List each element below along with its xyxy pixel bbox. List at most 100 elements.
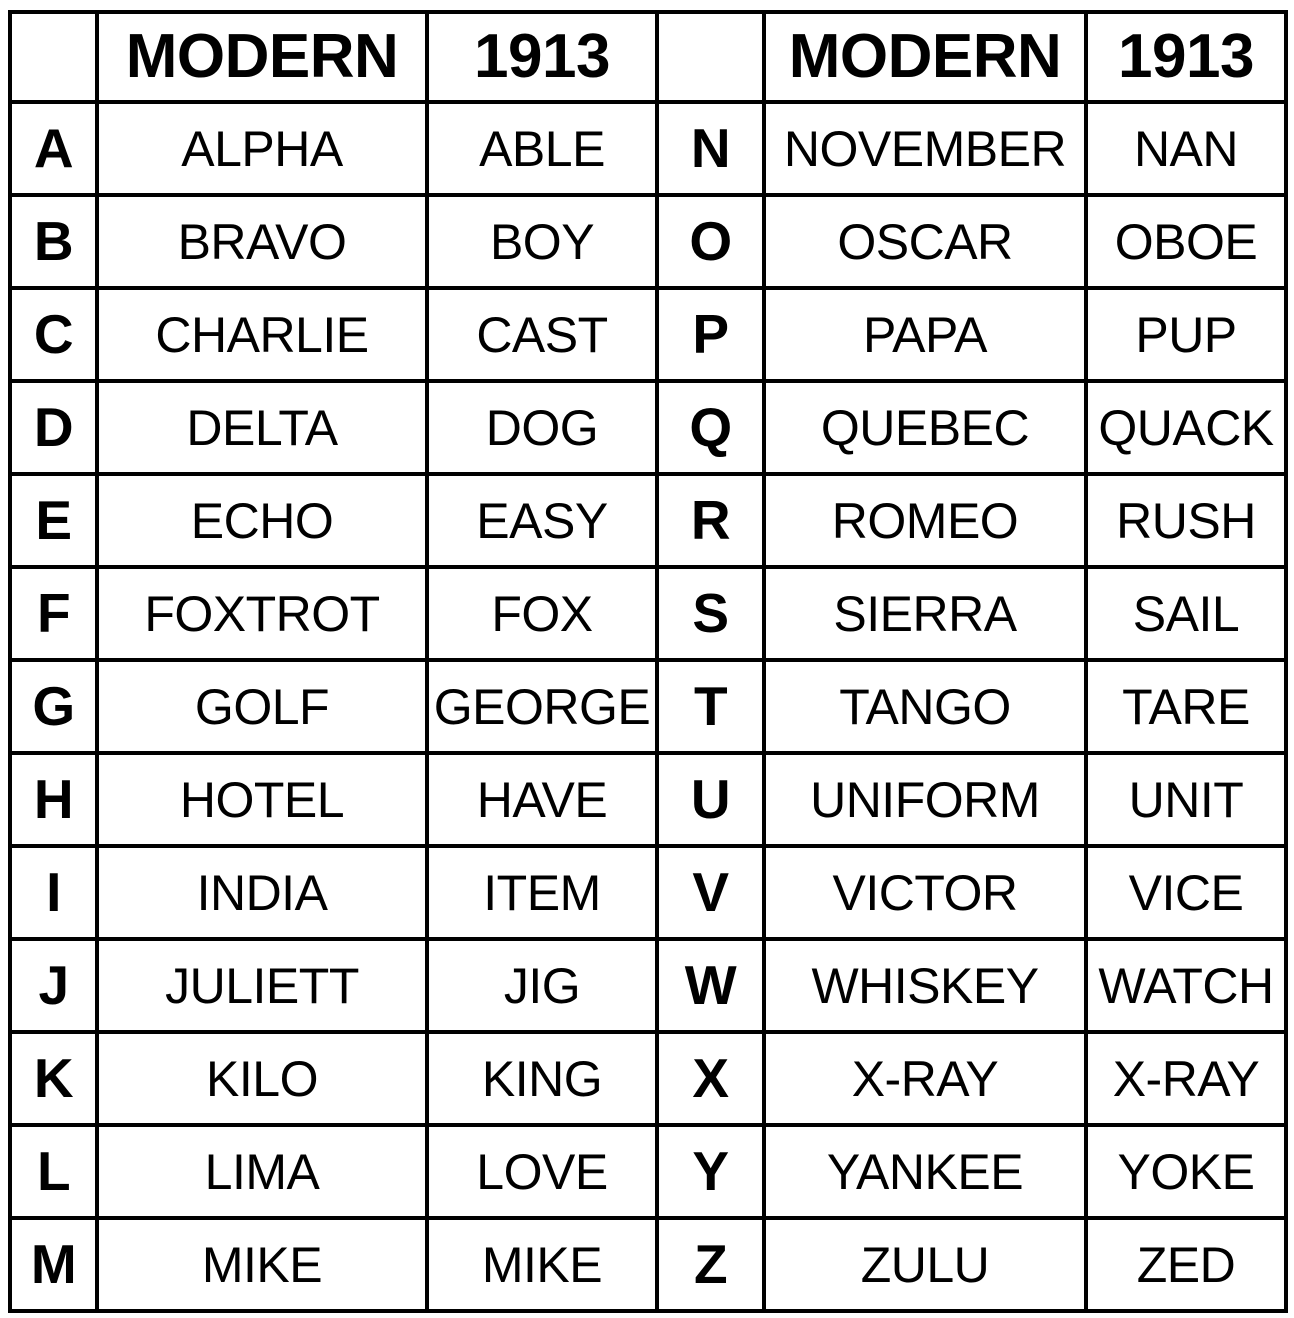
cell-modern-right-text: SIERRA [833,585,1017,642]
cell-1913-left-text: LOVE [476,1143,608,1200]
cell-1913-left: FOX [425,565,659,662]
cell-modern-left-text: LIMA [204,1143,320,1200]
phonetic-alphabet-table-container: MODERN 1913 MODERN 1913 A ALPHA ABLE N NOVEM… [8,10,1288,1313]
cell-modern-right-text: PAPA [863,306,987,363]
cell-modern-right: NOVEMBER [762,100,1088,197]
row-letter-right-text: Z [693,1233,728,1295]
cell-modern-left: INDIA [95,844,429,941]
table-row: F FOXTROT FOX S SIERRA SAIL [8,565,1288,662]
cell-modern-left: LIMA [95,1123,429,1220]
row-letter-right-text: W [684,954,737,1016]
cell-1913-right: SAIL [1084,565,1288,662]
table-row: A ALPHA ABLE N NOVEMBER NAN [8,100,1288,197]
header-letter-left-blank [8,10,99,104]
cell-1913-right-text: X-RAY [1112,1050,1260,1107]
cell-1913-left-text: MIKE [481,1236,603,1293]
cell-modern-right: WHISKEY [762,937,1088,1034]
cell-1913-left: BOY [425,193,659,290]
row-letter-right: O [655,193,766,290]
header-1913-right: 1913 [1084,10,1288,104]
cell-1913-right: VICE [1084,844,1288,941]
row-letter-right: N [655,100,766,197]
row-letter-right-text: Q [689,396,732,458]
table-header-row: MODERN 1913 MODERN 1913 [8,10,1288,104]
row-letter-left: I [8,844,99,941]
row-letter-left: H [8,751,99,848]
row-letter-right-text: X [692,1047,729,1109]
cell-1913-right-text: PUP [1135,306,1237,363]
row-letter-right: R [655,472,766,569]
row-letter-right: T [655,658,766,755]
cell-modern-right: PAPA [762,286,1088,383]
cell-modern-right: OSCAR [762,193,1088,290]
cell-modern-left: ECHO [95,472,429,569]
row-letter-left-text: I [46,861,61,923]
cell-1913-left-text: GEORGE [433,678,651,735]
cell-1913-right-text: SAIL [1132,585,1240,642]
cell-modern-left-text: ALPHA [181,120,343,177]
cell-modern-left: BRAVO [95,193,429,290]
row-letter-left-text: F [36,582,71,644]
cell-modern-right-text: YANKEE [826,1143,1024,1200]
cell-modern-right-text: OSCAR [837,213,1013,270]
row-letter-left: E [8,472,99,569]
row-letter-left: G [8,658,99,755]
table-row: M MIKE MIKE Z ZULU ZED [8,1216,1288,1313]
cell-modern-left-text: INDIA [196,864,328,921]
cell-modern-left: GOLF [95,658,429,755]
cell-1913-left: LOVE [425,1123,659,1220]
cell-modern-right-text: TANGO [839,678,1011,735]
header-1913-left: 1913 [425,10,659,104]
table-row: L LIMA LOVE Y YANKEE YOKE [8,1123,1288,1220]
row-letter-left-text: A [33,117,74,179]
cell-1913-right-text: TARE [1122,678,1250,735]
cell-modern-right: TANGO [762,658,1088,755]
cell-modern-left-text: FOXTROT [144,585,380,642]
cell-1913-left-text: ITEM [483,864,601,921]
cell-modern-right-text: X-RAY [851,1050,999,1107]
cell-1913-left: EASY [425,472,659,569]
cell-1913-left-text: JIG [503,957,581,1014]
cell-1913-left-text: BOY [489,213,595,270]
row-letter-right-text: P [692,303,729,365]
cell-1913-right-text: NAN [1133,120,1239,177]
header-letter-right-blank [655,10,766,104]
row-letter-left: F [8,565,99,662]
cell-1913-left-text: CAST [476,306,608,363]
row-letter-left-text: L [36,1140,71,1202]
cell-modern-left: DELTA [95,379,429,476]
row-letter-right: X [655,1030,766,1127]
cell-1913-left: KING [425,1030,659,1127]
row-letter-left: B [8,193,99,290]
row-letter-right-text: O [689,210,732,272]
cell-modern-right-text: WHISKEY [811,957,1039,1014]
cell-1913-left-text: DOG [485,399,599,456]
cell-modern-left: ALPHA [95,100,429,197]
cell-1913-right-text: OBOE [1114,213,1258,270]
cell-1913-right-text: YOKE [1117,1143,1255,1200]
row-letter-right-text: U [690,768,731,830]
row-letter-left-text: E [35,489,72,551]
row-letter-right-text: V [692,861,729,923]
cell-modern-right: ROMEO [762,472,1088,569]
row-letter-left: L [8,1123,99,1220]
row-letter-right: Q [655,379,766,476]
table-row: I INDIA ITEM V VICTOR VICE [8,844,1288,941]
cell-1913-right-text: RUSH [1116,492,1256,549]
table-row: G GOLF GEORGE T TANGO TARE [8,658,1288,755]
cell-1913-right: QUACK [1084,379,1288,476]
row-letter-right: V [655,844,766,941]
cell-1913-right: RUSH [1084,472,1288,569]
cell-modern-right-text: QUEBEC [820,399,1030,456]
cell-modern-right: SIERRA [762,565,1088,662]
row-letter-right-text: S [692,582,729,644]
row-letter-right-text: N [690,117,731,179]
row-letter-right-text: T [693,675,728,737]
cell-1913-left: GEORGE [425,658,659,755]
row-letter-left: D [8,379,99,476]
cell-1913-right: PUP [1084,286,1288,383]
cell-1913-right: OBOE [1084,193,1288,290]
cell-modern-left: MIKE [95,1216,429,1313]
cell-modern-left: CHARLIE [95,286,429,383]
cell-modern-right: UNIFORM [762,751,1088,848]
